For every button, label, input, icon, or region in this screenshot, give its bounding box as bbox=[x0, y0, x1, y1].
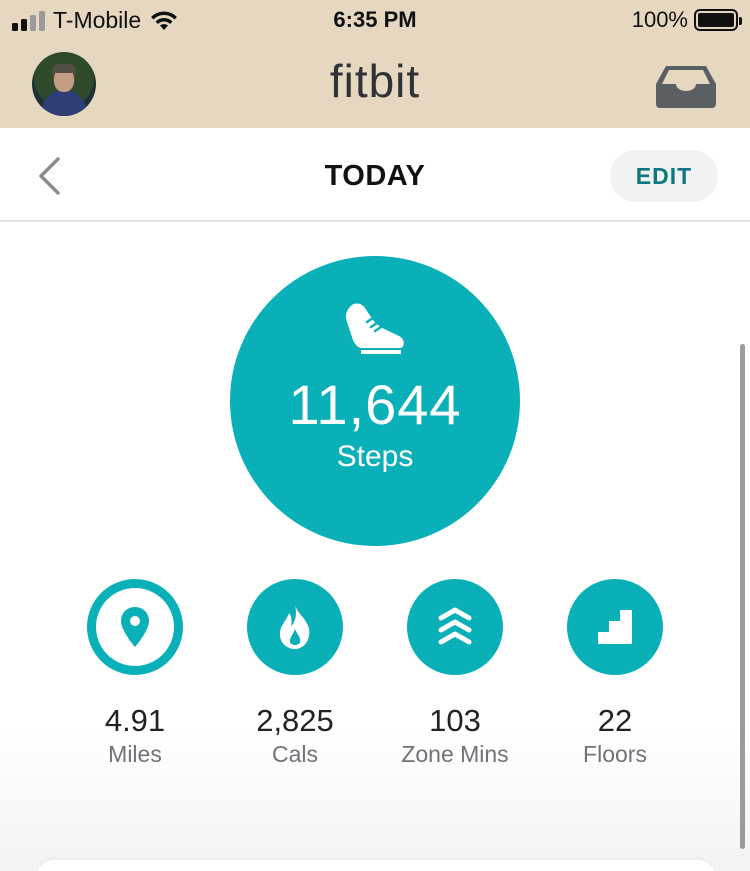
stat-label: Zone Mins bbox=[401, 741, 509, 767]
location-pin-icon bbox=[87, 579, 183, 675]
stat-label: Cals bbox=[271, 741, 318, 767]
stat-miles[interactable]: 4.91 Miles bbox=[55, 579, 215, 768]
status-bar: T-Mobile 6:35 PM 100% bbox=[0, 0, 750, 40]
steps-tile[interactable]: 11,644 Steps bbox=[230, 256, 520, 546]
stat-value: 22 bbox=[597, 703, 633, 738]
battery-percent: 100% bbox=[631, 7, 688, 32]
edit-button[interactable]: EDIT bbox=[610, 150, 718, 202]
sub-header: TODAY EDIT bbox=[0, 128, 750, 222]
brand-logo: fitbit bbox=[329, 55, 421, 107]
next-card[interactable] bbox=[36, 860, 716, 871]
stat-value: 4.91 bbox=[104, 703, 166, 738]
steps-label: Steps bbox=[336, 440, 414, 473]
shoe-icon bbox=[345, 303, 404, 354]
stat-label: Miles bbox=[108, 741, 162, 767]
stat-value: 103 bbox=[429, 703, 481, 738]
inbox-icon[interactable] bbox=[656, 64, 716, 108]
stat-cals[interactable]: 2,825 Cals bbox=[215, 579, 375, 768]
stat-floors[interactable]: 22 Floors bbox=[535, 579, 695, 768]
app-header: fitbit bbox=[0, 40, 750, 128]
status-right: 100% bbox=[631, 7, 742, 33]
chevrons-up-icon bbox=[407, 579, 503, 675]
flame-icon bbox=[247, 579, 343, 675]
battery-icon bbox=[694, 9, 742, 31]
stats-row: 4.91 Miles 2,825 Cals 103 Zone Mins 22 F… bbox=[0, 579, 750, 779]
stat-zone-mins[interactable]: 103 Zone Mins bbox=[375, 579, 535, 768]
dashboard: 11,644 Steps 4.91 Miles 2,825 Cals 103 Z… bbox=[0, 224, 750, 871]
steps-value: 11,644 bbox=[288, 373, 462, 436]
stat-label: Floors bbox=[583, 741, 647, 767]
stairs-icon bbox=[567, 579, 663, 675]
stat-value: 2,825 bbox=[256, 703, 334, 738]
scrollbar[interactable] bbox=[740, 344, 745, 849]
